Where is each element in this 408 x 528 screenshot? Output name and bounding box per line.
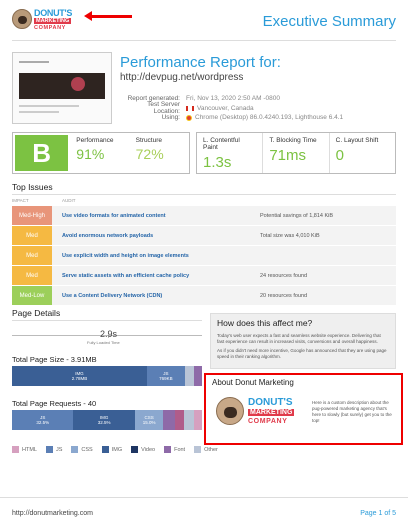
report-meta: Report generated: Fri, Nov 13, 2020 2:50… <box>120 94 390 123</box>
page-requests-bar: JS 32.5% IMG 32.5% CSS 15.0% <box>12 410 202 430</box>
affect-paragraph-1: Today's web user expects a fast and seam… <box>217 333 381 344</box>
page-requests-heading: Total Page Requests - 40 <box>12 399 97 408</box>
bar-segment: JS 769KB <box>146 366 185 386</box>
issues-list: Med-High Use video formats for animated … <box>12 206 396 306</box>
impact-badge: Med-High <box>12 206 52 225</box>
affect-paragraph-2: As if you didn't need more incentive, Go… <box>217 348 387 359</box>
page-size-heading: Total Page Size - 3.91MB <box>12 355 97 364</box>
report-url[interactable]: http://devpug.net/wordpress <box>120 72 243 83</box>
structure-metric: Structure 72% <box>135 137 164 162</box>
footer-url[interactable]: http://donutmarketing.com <box>12 510 93 517</box>
web-vitals-panel: L. Contentful Paint 1.3s T. Blocking Tim… <box>196 132 396 174</box>
legend-swatch <box>131 446 139 453</box>
page-title: Executive Summary <box>262 13 396 30</box>
impact-badge: Med <box>12 246 52 265</box>
divider <box>12 194 396 195</box>
vital-cls: C. Layout Shift 0 <box>335 137 379 164</box>
legend-swatch <box>45 446 53 453</box>
meta-row-using: Using: Chrome (Desktop) 86.0.4240.193, L… <box>161 114 344 122</box>
grade-panel: B Performance 91% Structure 72% <box>12 132 190 174</box>
bar-segment <box>194 366 202 386</box>
logo-text-line1: DONUT'S <box>34 8 73 18</box>
load-time-label: Fully Loaded Time <box>87 340 120 345</box>
legend-item: Font <box>164 446 185 453</box>
bar-segment <box>184 410 194 430</box>
bar-segment <box>174 410 185 430</box>
about-logo: DONUT'S MARKETING COMPANY <box>216 395 304 435</box>
legend-item: Other <box>194 446 218 453</box>
grade-badge: B <box>15 135 69 171</box>
company-logo: DONUT'S MARKETING COMPANY <box>12 8 82 34</box>
legend-item: CSS <box>71 446 93 453</box>
issue-row[interactable]: Med-Low Use a Content Delivery Network (… <box>12 286 396 305</box>
site-thumbnail <box>12 52 112 124</box>
about-description: Here is a custom description about the p… <box>312 400 392 423</box>
divider <box>12 320 202 321</box>
legend-item: HTML <box>12 446 37 453</box>
issue-audit[interactable]: Serve static assets with an efficient ca… <box>52 273 260 279</box>
pug-icon <box>216 397 244 425</box>
affect-panel: How does this affect me? Today's web use… <box>210 313 396 369</box>
bar-segment: CSS 15.0% <box>134 410 164 430</box>
performance-metric: Performance 91% <box>76 137 114 162</box>
divider <box>0 497 408 498</box>
issue-audit[interactable]: Avoid enormous network payloads <box>52 233 260 239</box>
legend-swatch <box>101 446 109 453</box>
issue-row[interactable]: Med Serve static assets with an efficien… <box>12 266 396 285</box>
bar-segment: JS 32.5% <box>12 410 74 430</box>
affect-heading: How does this affect me? <box>217 318 313 328</box>
about-heading: About Donut Marketing <box>212 378 294 387</box>
arrow-shaft <box>88 15 132 18</box>
legend-item: Video <box>131 446 155 453</box>
impact-badge: Med <box>12 266 52 285</box>
meta-row-location: Test Server Location: Vancouver, Canada <box>147 101 254 116</box>
issue-detail: 24 resources found <box>260 272 308 279</box>
legend-item: IMG <box>101 446 122 453</box>
logo-text-line3: COMPANY <box>34 25 66 31</box>
audit-column-header: AUDIT <box>62 198 76 203</box>
legend-item: JS <box>45 446 62 453</box>
issue-row[interactable]: Med Avoid enormous network payloads Tota… <box>12 226 396 245</box>
bar-segment <box>193 410 202 430</box>
impact-column-header: IMPACT <box>12 198 29 203</box>
legend-swatch <box>194 446 202 453</box>
about-panel: About Donut Marketing DONUT'S MARKETING … <box>204 373 403 445</box>
bar-segment: IMG 32.5% <box>73 410 135 430</box>
canada-flag-icon <box>186 105 194 111</box>
issue-audit[interactable]: Use video formats for animated content <box>52 213 260 219</box>
legend-swatch <box>164 446 172 453</box>
legend: HTML JS CSS IMG Video Font Other <box>12 446 227 453</box>
logo-text-line2: MARKETING <box>34 18 72 24</box>
page-details-heading: Page Details <box>12 308 61 318</box>
impact-badge: Med-Low <box>12 286 52 305</box>
page-size-bar: IMG 2.78MB JS 769KB <box>12 366 202 386</box>
load-time-value: 2.9s <box>100 329 118 339</box>
chrome-icon <box>186 114 192 121</box>
bar-segment <box>184 366 195 386</box>
issue-row[interactable]: Med Use explicit width and height on ima… <box>12 246 396 265</box>
legend-swatch <box>71 446 79 453</box>
legend-swatch <box>12 446 19 453</box>
report-title: Performance Report for: <box>120 54 281 71</box>
issue-detail: Potential savings of 1,814 KiB <box>260 212 334 219</box>
issue-detail: 20 resources found <box>260 292 308 299</box>
bar-segment <box>163 410 175 430</box>
issue-detail: Total size was 4,010 KiB <box>260 232 320 239</box>
vital-tbt: T. Blocking Time 71ms <box>263 133 330 173</box>
issue-row[interactable]: Med-High Use video formats for animated … <box>12 206 396 225</box>
top-issues-heading: Top Issues <box>12 182 53 192</box>
issue-audit[interactable]: Use explicit width and height on image e… <box>52 253 260 259</box>
vital-lcp: L. Contentful Paint 1.3s <box>197 133 264 173</box>
issue-audit[interactable]: Use a Content Delivery Network (CDN) <box>52 293 260 299</box>
divider <box>12 40 396 41</box>
pug-icon <box>12 9 32 29</box>
footer-page-number: Page 1 of 5 <box>360 510 396 517</box>
impact-badge: Med <box>12 226 52 245</box>
bar-segment: IMG 2.78MB <box>12 366 147 386</box>
